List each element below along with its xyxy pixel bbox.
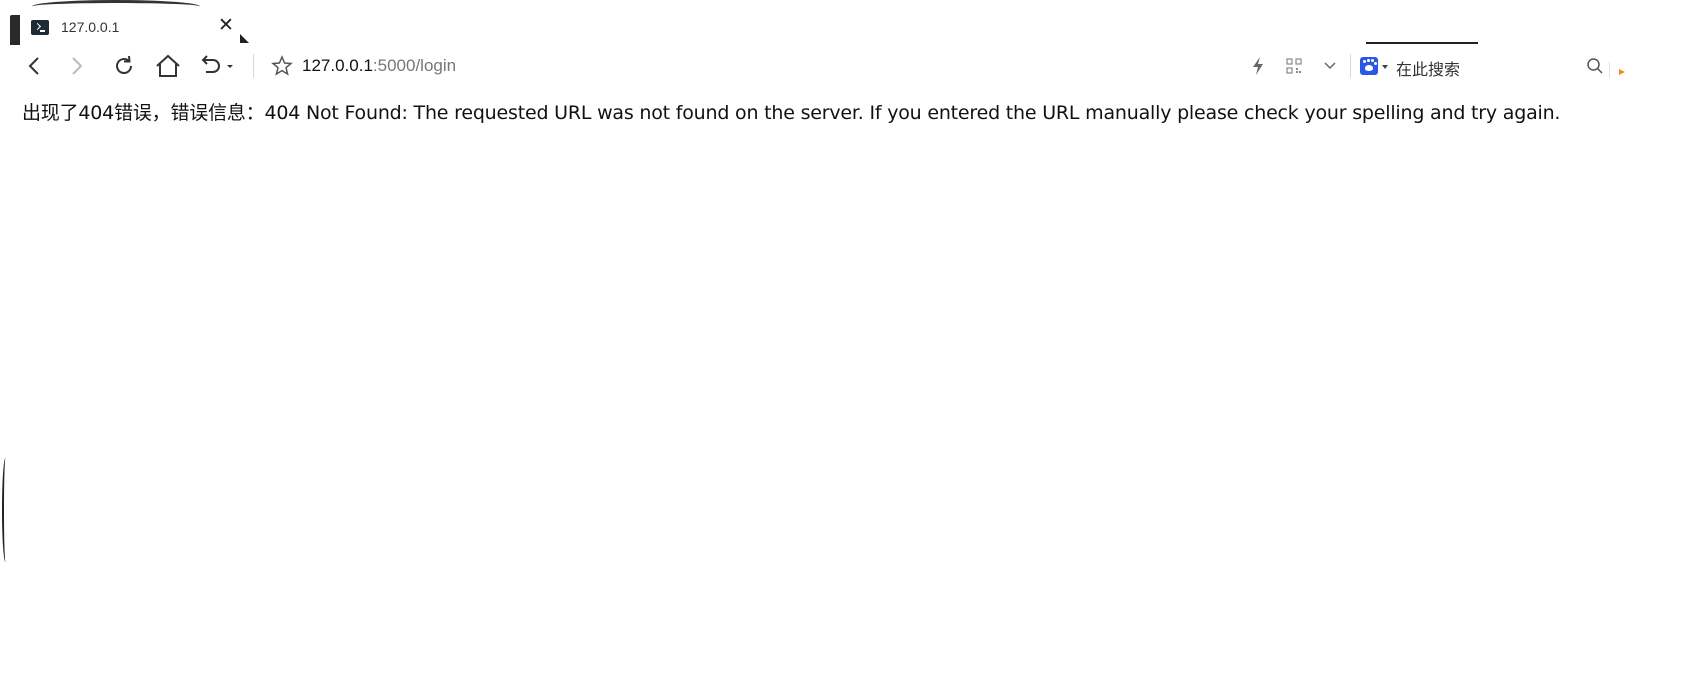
tab-strip: 127.0.0.1 ✕ (0, 0, 1687, 45)
search-icon (1587, 58, 1603, 74)
bookmark-button[interactable] (264, 48, 300, 84)
chevron-down-icon (227, 65, 233, 68)
forward-button[interactable] (58, 48, 94, 84)
tab-right-edge (240, 34, 249, 43)
home-icon (156, 54, 180, 77)
close-icon[interactable]: ✕ (216, 16, 236, 36)
toolbar-separator (253, 54, 254, 78)
address-path: :5000/login (372, 56, 457, 75)
qr-code-button[interactable] (1280, 48, 1308, 84)
chevron-right-icon (72, 57, 83, 75)
undo-close-button[interactable] (196, 48, 242, 84)
reload-icon (116, 55, 132, 74)
error-message: 出现了404错误，错误信息：404 Not Found: The request… (22, 102, 1561, 124)
lightning-icon (1253, 57, 1263, 75)
address-bar[interactable]: 127.0.0.1:5000/login (302, 54, 456, 78)
chevron-down-icon[interactable] (1382, 65, 1388, 69)
terminal-icon (31, 20, 49, 35)
reload-button[interactable] (106, 48, 142, 84)
back-button[interactable] (17, 48, 53, 84)
window-edge-artifact (2, 458, 9, 562)
play-icon[interactable] (1619, 69, 1625, 75)
undo-icon (201, 55, 233, 73)
search-input[interactable]: 在此搜索 (1396, 56, 1460, 80)
toolbar-separator (1609, 62, 1610, 78)
star-icon (271, 55, 293, 76)
search-box-edge (1366, 42, 1478, 44)
search-box[interactable]: 在此搜索 (1352, 48, 1602, 84)
search-button[interactable] (1578, 48, 1612, 84)
tab-left-edge (10, 15, 20, 45)
chevron-left-icon (28, 57, 39, 75)
home-button[interactable] (150, 48, 186, 84)
toolbar-separator (1350, 54, 1351, 78)
qr-code-icon (1286, 58, 1302, 74)
browser-window: 127.0.0.1 ✕ 127.0.0.1:5000/login 在此搜索 出现… (0, 0, 1687, 684)
tab-title: 127.0.0.1 (61, 19, 120, 35)
address-host: 127.0.0.1 (302, 56, 373, 75)
toolbar-dropdown-button[interactable] (1316, 48, 1344, 84)
baidu-paw-icon[interactable] (1360, 57, 1378, 75)
chevron-down-icon (1324, 62, 1336, 70)
lightning-button[interactable] (1244, 48, 1272, 84)
browser-tab[interactable]: 127.0.0.1 ✕ (20, 12, 242, 44)
navigation-toolbar: 127.0.0.1:5000/login 在此搜索 (0, 48, 1687, 84)
